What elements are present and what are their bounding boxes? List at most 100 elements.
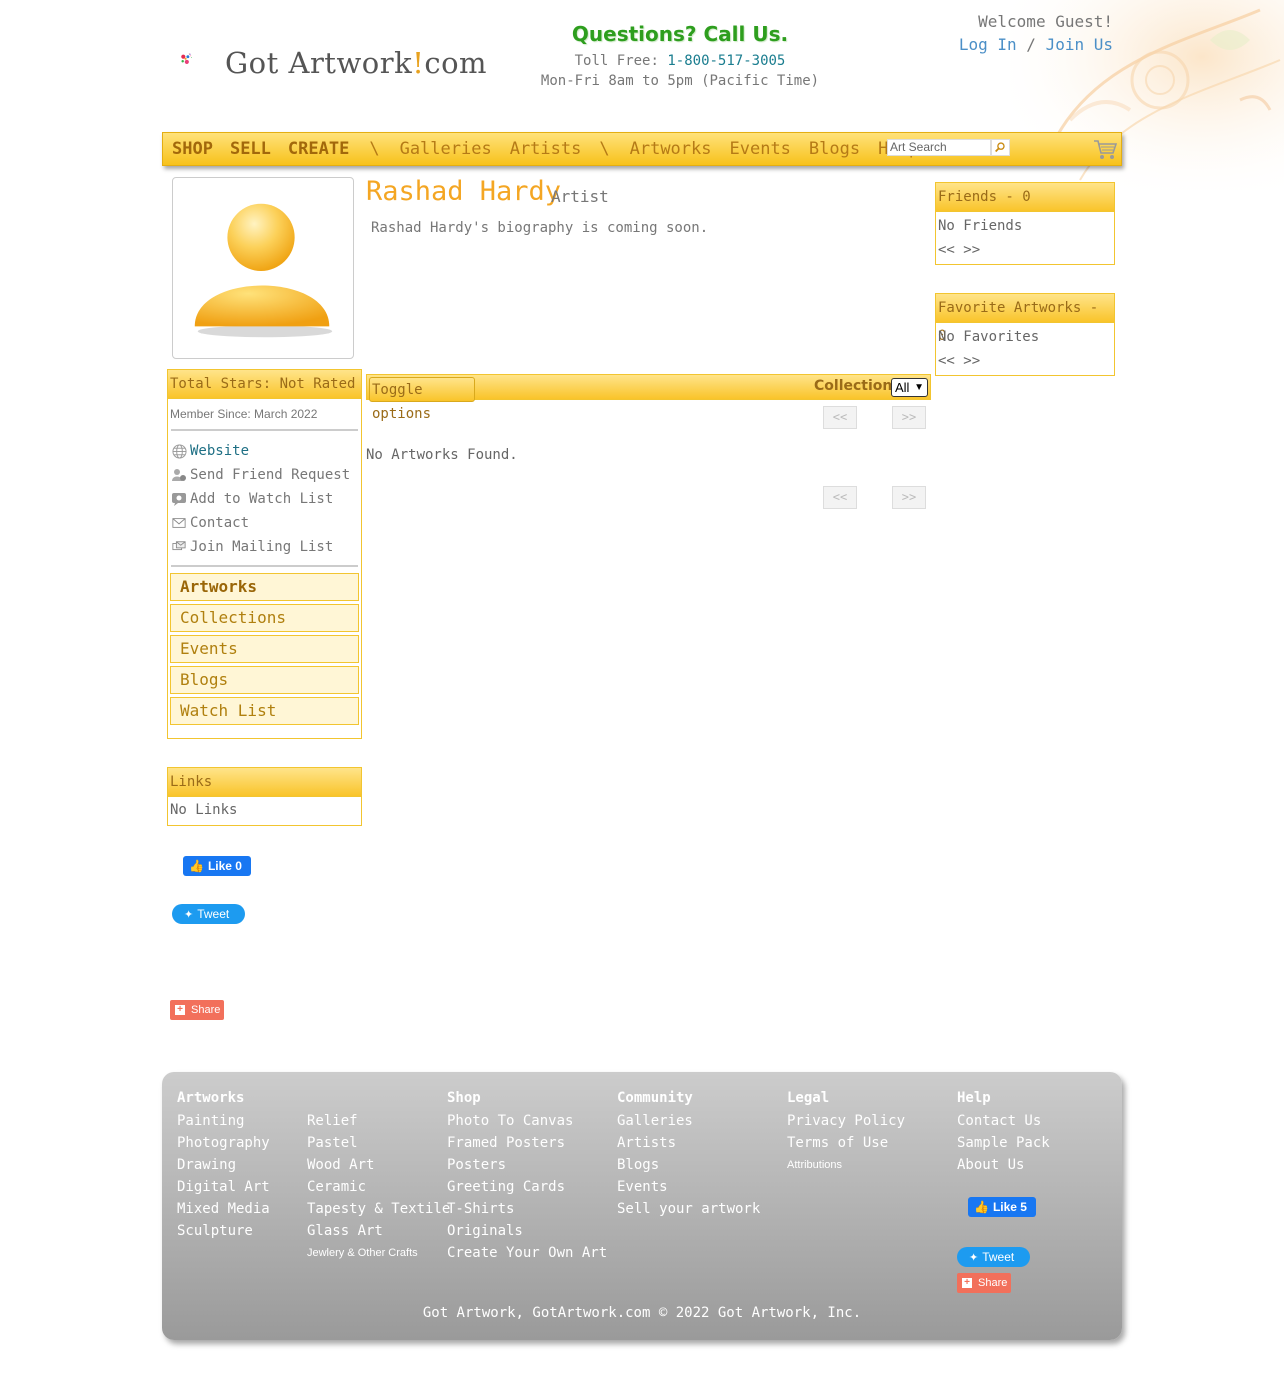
mailing-list-icon [170,539,188,555]
footer-link[interactable]: Attributions [787,1154,905,1176]
send-friend-request-link[interactable]: Send Friend Request [170,463,359,487]
auth-links: Log In / Join Us [940,35,1113,54]
tab-events[interactable]: Events [170,635,359,663]
footer-link[interactable]: About Us [957,1154,1050,1176]
add-friend-icon [170,467,188,483]
share-button[interactable]: + Share [170,1000,224,1020]
tab-blogs[interactable]: Blogs [170,666,359,694]
contact-link[interactable]: Contact [170,511,359,535]
mailing-list-label: Join Mailing List [190,539,334,555]
prev-page-button[interactable]: << [823,406,857,429]
footer-link[interactable]: Greeting Cards [447,1176,607,1198]
prev-page-button-bottom[interactable]: << [823,486,857,509]
website-label: Website [190,443,250,459]
footer-shop-column: Shop Photo To Canvas Framed Posters Post… [447,1088,607,1264]
nav-events[interactable]: Events [730,139,791,159]
chevron-down-icon: ▼ [914,382,924,393]
nav-sell[interactable]: SELL [230,139,271,159]
footer-link[interactable]: Jewlery & Other Crafts [307,1242,450,1264]
footer-link[interactable]: Glass Art [307,1220,450,1242]
friends-panel: Friends - 0 No Friends << >> [935,182,1115,265]
footer-link[interactable]: Originals [447,1220,607,1242]
footer-heading: Help [957,1090,991,1106]
footer-share-button[interactable]: + Share [957,1273,1011,1293]
footer-link[interactable]: T-Shirts [447,1198,607,1220]
next-page-button-bottom[interactable]: >> [892,486,926,509]
nav-separator: \ [369,139,380,159]
footer-help-column: Help Contact Us Sample Pack About Us [957,1088,1050,1176]
links-panel-title: Links [168,768,361,797]
footer-link[interactable]: Framed Posters [447,1132,607,1154]
footer-link[interactable]: Blogs [617,1154,760,1176]
footer-link[interactable]: Pastel [307,1132,450,1154]
footer-tweet-button[interactable]: ✦ Tweet [957,1247,1030,1267]
search-icon [995,142,1005,153]
nav-create[interactable]: CREATE [288,139,349,159]
footer-link[interactable]: Mixed Media [177,1198,270,1220]
nav-blogs[interactable]: Blogs [809,139,860,159]
footer-link[interactable]: Ceramic [307,1176,450,1198]
twitter-bird-icon: ✦ [184,908,194,921]
join-link[interactable]: Join Us [1046,35,1113,54]
footer-link[interactable]: Terms of Use [787,1132,905,1154]
tab-collections[interactable]: Collections [170,604,359,632]
nav-galleries[interactable]: Galleries [400,139,492,159]
collection-select[interactable]: All ▼ [891,378,928,397]
questions-heading: Questions? Call Us. [571,22,789,46]
footer-link[interactable]: Wood Art [307,1154,450,1176]
footer-link[interactable]: Relief [307,1110,450,1132]
footer-link[interactable]: Privacy Policy [787,1110,905,1132]
footer-link[interactable]: Tapesty & Textile [307,1198,450,1220]
footer-heading: Artworks [177,1090,245,1106]
art-search-input[interactable]: Art Search [887,139,991,156]
facebook-like-button[interactable]: 👍 Like 0 [183,856,251,876]
search-button[interactable] [991,139,1010,156]
friends-pager[interactable]: << >> [938,238,1112,262]
profile-tabs: Artworks Collections Events Blogs Watch … [168,567,361,725]
like-count: Like 5 [992,1200,1027,1214]
tweet-button[interactable]: ✦ Tweet [172,904,245,924]
favorites-pager[interactable]: << >> [938,349,1112,373]
collection-selected-value: All [895,380,910,395]
shopping-cart-icon[interactable] [1093,138,1117,160]
globe-icon [170,443,188,459]
nav-artists[interactable]: Artists [510,139,582,159]
twitter-bird-icon: ✦ [969,1251,979,1264]
site-logo-text[interactable]: Got Artwork!com [225,46,487,80]
footer-link[interactable]: Galleries [617,1110,760,1132]
footer-link[interactable]: Digital Art [177,1176,270,1198]
support-hours: Mon-Fri 8am to 5pm (Pacific Time) [540,73,820,89]
tab-watch-list[interactable]: Watch List [170,697,359,725]
footer-community-column: Community Galleries Artists Blogs Events… [617,1088,760,1220]
footer-facebook-like-button[interactable]: 👍 Like 5 [968,1197,1036,1217]
footer-link[interactable]: Painting [177,1110,270,1132]
footer-link[interactable]: Sell your artwork [617,1198,760,1220]
join-mailing-list-link[interactable]: Join Mailing List [170,535,359,559]
website-link[interactable]: Website [170,439,359,463]
tab-artworks[interactable]: Artworks [170,573,359,601]
phone-number-link[interactable]: 1-800-517-3005 [667,53,785,69]
footer-link[interactable]: Sculpture [177,1220,270,1242]
thumbs-up-icon: 👍 [974,1200,989,1214]
footer-link[interactable]: Sample Pack [957,1132,1050,1154]
nav-artworks[interactable]: Artworks [630,139,712,159]
footer-link[interactable]: Posters [447,1154,607,1176]
footer-link[interactable]: Events [617,1176,760,1198]
footer-artworks-column: Artworks Painting Photography Drawing Di… [177,1088,270,1242]
footer-link[interactable]: Contact Us [957,1110,1050,1132]
add-to-watch-list-link[interactable]: Add to Watch List [170,487,359,511]
share-label: Share [191,1004,221,1016]
footer-link[interactable]: Photography [177,1132,270,1154]
login-link[interactable]: Log In [959,35,1017,54]
tweet-label: Tweet [197,907,230,921]
footer-link[interactable]: Create Your Own Art [447,1242,607,1264]
nav-shop[interactable]: SHOP [172,139,213,159]
watch-list-icon [170,491,188,507]
next-page-button[interactable]: >> [892,406,926,429]
footer-link[interactable]: Photo To Canvas [447,1110,607,1132]
toll-free-line: Toll Free: 1-800-517-3005 [574,53,786,69]
footer-link[interactable]: Drawing [177,1154,270,1176]
toggle-options-button[interactable]: Toggle options [369,377,475,422]
footer-link[interactable]: Artists [617,1132,760,1154]
tweet-label: Tweet [982,1250,1015,1264]
